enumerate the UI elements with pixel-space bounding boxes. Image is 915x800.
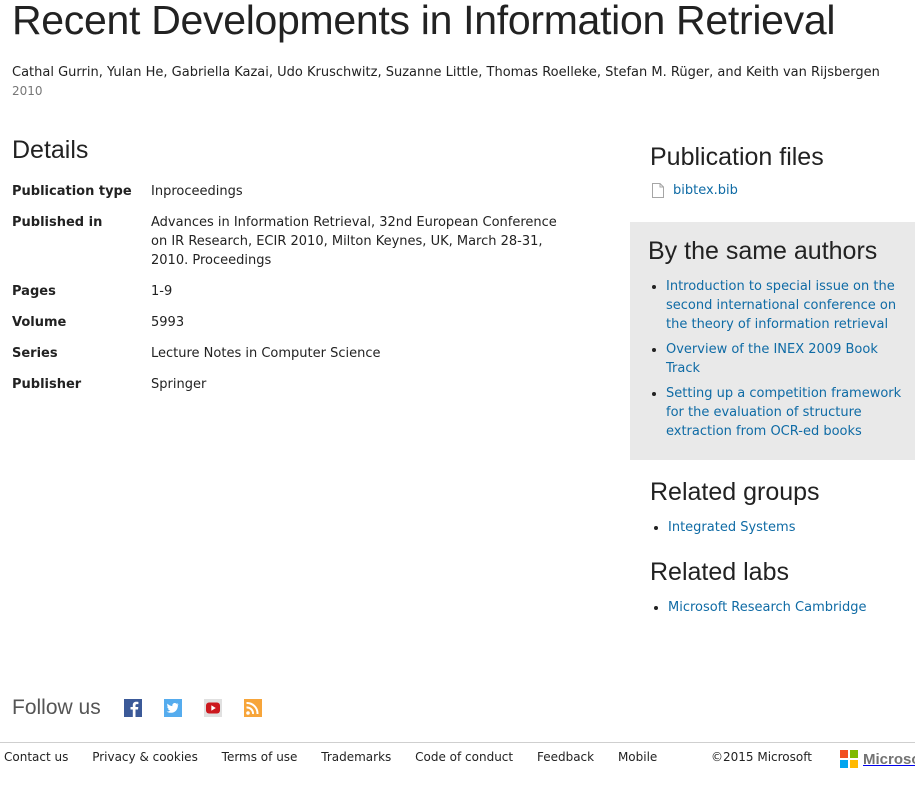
youtube-icon[interactable]: [203, 699, 223, 717]
publication-year: 2010: [12, 84, 43, 98]
related-publication-link[interactable]: Overview of the INEX 2009 Book Track: [666, 342, 878, 376]
twitter-icon[interactable]: [163, 699, 183, 717]
group-link[interactable]: Integrated Systems: [668, 520, 795, 535]
footer-link-trademarks[interactable]: Trademarks: [321, 750, 391, 764]
bibtex-file-link[interactable]: bibtex.bib: [673, 183, 738, 198]
same-authors-panel: By the same authors Introduction to spec…: [630, 222, 915, 460]
microsoft-logo-icon: [840, 750, 858, 768]
detail-label: Pages: [12, 284, 56, 299]
related-labs-heading: Related labs: [650, 558, 789, 586]
page-title: Recent Developments in Information Retri…: [12, 0, 836, 43]
related-groups-heading: Related groups: [650, 478, 820, 506]
detail-row-volume: Volume 5993: [12, 313, 572, 332]
publication-file: bibtex.bib: [652, 183, 738, 198]
microsoft-logo[interactable]: Microsoft: [840, 750, 915, 768]
footer-divider: [0, 742, 915, 743]
detail-value: Lecture Notes in Computer Science: [151, 346, 381, 361]
list-item: Setting up a competition framework for t…: [666, 384, 902, 441]
same-authors-list: Introduction to special issue on the sec…: [650, 277, 902, 447]
list-item: Microsoft Research Cambridge: [668, 598, 866, 617]
details-table: Publication type Inproceedings Published…: [12, 182, 572, 406]
detail-row-series: Series Lecture Notes in Computer Science: [12, 344, 572, 363]
detail-row-publisher: Publisher Springer: [12, 375, 572, 394]
details-heading: Details: [12, 136, 89, 164]
detail-label: Published in: [12, 215, 103, 230]
follow-us: Follow us: [12, 696, 283, 720]
detail-value: Springer: [151, 377, 207, 392]
footer-link-code-of-conduct[interactable]: Code of conduct: [415, 750, 513, 764]
related-labs-list: Microsoft Research Cambridge: [652, 598, 866, 617]
list-item: Overview of the INEX 2009 Book Track: [666, 340, 902, 378]
detail-row-publication-type: Publication type Inproceedings: [12, 182, 572, 201]
detail-row-pages: Pages 1-9: [12, 282, 572, 301]
footer-link-mobile[interactable]: Mobile: [618, 750, 657, 764]
authors: Cathal Gurrin, Yulan He, Gabriella Kazai…: [12, 65, 880, 80]
related-publication-link[interactable]: Setting up a competition framework for t…: [666, 386, 901, 439]
follow-us-label: Follow us: [12, 696, 101, 719]
detail-label: Volume: [12, 315, 67, 330]
rss-icon[interactable]: [243, 699, 263, 717]
detail-row-published-in: Published in Advances in Information Ret…: [12, 213, 572, 270]
detail-value: 5993: [151, 315, 185, 330]
related-publication-link[interactable]: Introduction to special issue on the sec…: [666, 279, 896, 332]
microsoft-logo-text: Microsoft: [863, 750, 915, 768]
detail-value: Advances in Information Retrieval, 32nd …: [151, 215, 557, 268]
document-icon: [652, 183, 664, 198]
footer-link-contact-us[interactable]: Contact us: [4, 750, 68, 764]
detail-label: Series: [12, 346, 58, 361]
footer-link-terms-of-use[interactable]: Terms of use: [222, 750, 298, 764]
footer-links: Contact us Privacy & cookies Terms of us…: [4, 750, 677, 764]
detail-label: Publication type: [12, 184, 132, 199]
list-item: Introduction to special issue on the sec…: [666, 277, 902, 334]
related-groups-list: Integrated Systems: [652, 518, 795, 537]
list-item: Integrated Systems: [668, 518, 795, 537]
detail-value: 1-9: [151, 284, 173, 299]
publication-files-heading: Publication files: [650, 143, 824, 171]
lab-link[interactable]: Microsoft Research Cambridge: [668, 600, 866, 615]
footer-link-feedback[interactable]: Feedback: [537, 750, 594, 764]
detail-label: Publisher: [12, 377, 82, 392]
same-authors-heading: By the same authors: [648, 237, 878, 265]
copyright: ©2015 Microsoft: [711, 750, 812, 764]
facebook-icon[interactable]: [123, 699, 143, 717]
detail-value: Inproceedings: [151, 184, 243, 199]
footer-link-privacy-cookies[interactable]: Privacy & cookies: [92, 750, 198, 764]
